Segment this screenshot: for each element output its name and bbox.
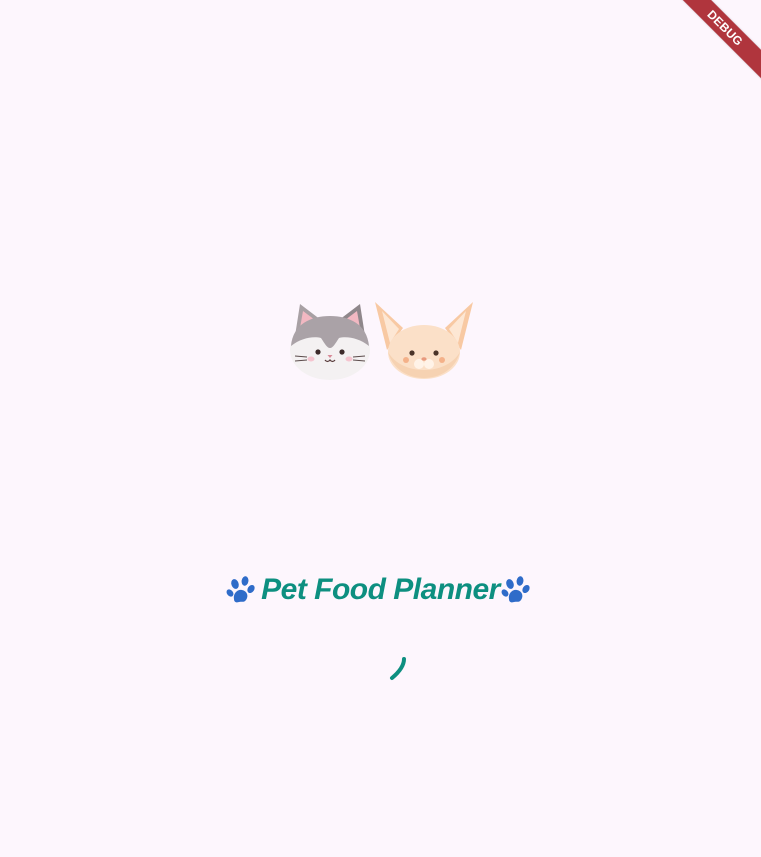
app-title-row: Pet Food Planner	[0, 570, 761, 610]
paw-prints-icon	[226, 576, 255, 603]
loading-spinner	[390, 657, 406, 680]
mascot-illustration	[287, 298, 475, 382]
app-title: Pet Food Planner	[261, 573, 500, 606]
fennec-fox-face-icon	[375, 302, 473, 379]
paw-prints-icon	[501, 576, 530, 603]
debug-banner-label: DEBUG	[668, 0, 761, 85]
debug-banner: DEBUG	[651, 0, 761, 110]
cat-face-icon	[290, 304, 370, 380]
